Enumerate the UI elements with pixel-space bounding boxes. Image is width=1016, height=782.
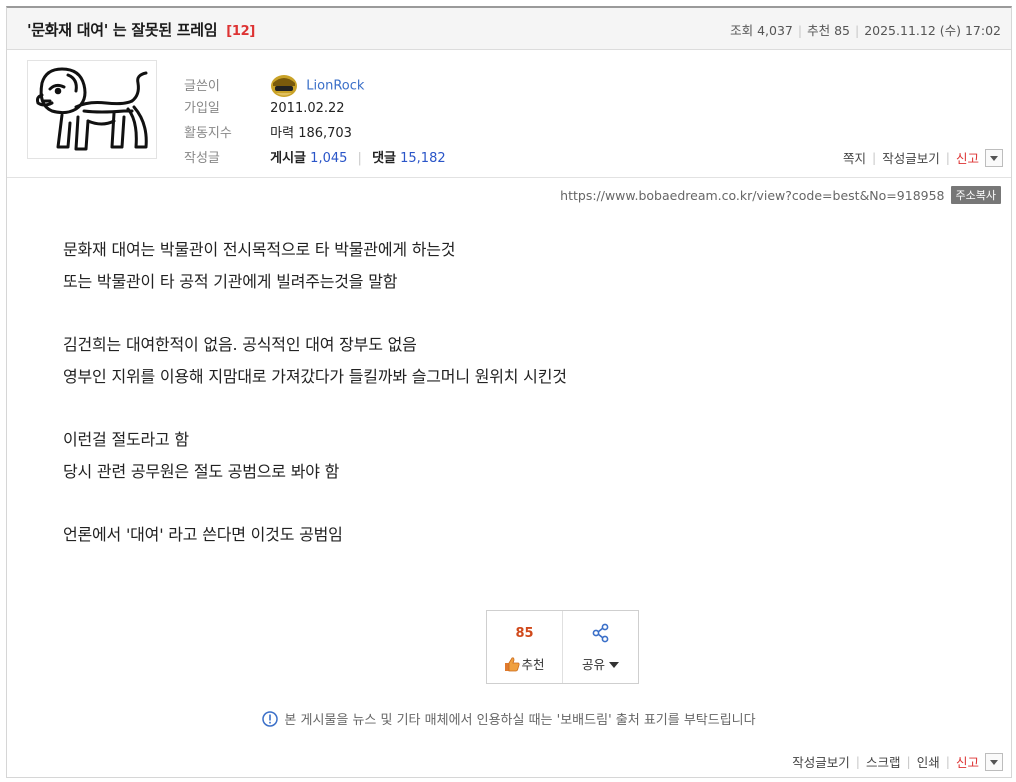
recommend-label: 추천 <box>521 657 545 672</box>
notice-text: 본 게시물을 뉴스 및 기타 매체에서 인용하실 때는 '보배드림' 출처 표기… <box>284 713 756 728</box>
joined-label: 가입일 <box>184 101 220 116</box>
info-circle-icon <box>262 711 279 727</box>
note-button[interactable]: 쪽지 <box>843 148 866 167</box>
activity-label: 활동지수 <box>184 126 232 141</box>
author-comment-count-link[interactable]: 15,182 <box>400 151 446 166</box>
posts-label: 작성글 <box>184 151 220 166</box>
post-container: '문화재 대여' 는 잘못된 프레임 [12] 조회 4,037 | 추천 85 | 2… <box>6 6 1012 778</box>
view-posts-button[interactable]: 작성글보기 <box>882 148 940 167</box>
body-line: 김건희는 대여한적이 없음. 공식적인 대여 장부도 없음 <box>63 335 417 354</box>
activity-value: 마력 186,703 <box>270 126 352 141</box>
comment-count-label: 댓글 <box>372 151 396 166</box>
posts-row: 작성글 게시글 1,045 | 댓글 15,182 <box>184 149 446 169</box>
bottom-view-posts-button[interactable]: 작성글보기 <box>792 752 850 771</box>
author-profile: 글쓴이 LionRock 가입일 2011.02.22 활동지수 마력 186,… <box>7 51 1011 178</box>
body-line: 영부인 지위를 이용해 지맘대로 가져갔다가 들킬까봐 슬그머니 원위치 시킨것 <box>63 366 567 386</box>
share-label-row: 공유 <box>563 654 638 673</box>
recommend-button[interactable]: 85 추천 <box>487 611 562 683</box>
post-url: https://www.bobaedream.co.kr/view?code=b… <box>560 187 945 203</box>
share-icon <box>592 623 609 643</box>
copy-url-button[interactable]: 주소복사 <box>950 186 1001 204</box>
body-line: 또는 박물관이 타 공적 기관에게 빌려주는것을 말함 <box>63 271 398 291</box>
recommend-count: 추천 85 <box>807 23 850 38</box>
post-count-label: 게시글 <box>270 151 307 166</box>
post-header: '문화재 대여' 는 잘못된 프레임 [12] 조회 4,037 | 추천 85 | 2… <box>7 8 1011 50</box>
joined-row: 가입일 2011.02.22 <box>184 99 345 119</box>
body-line: 언론에서 '대여' 라고 쓴다면 이것도 공범임 <box>63 525 343 544</box>
post-title-text: '문화재 대여' 는 잘못된 프레임 <box>27 21 218 39</box>
post-body: 문화재 대여는 박물관이 전시목적으로 타 박물관에게 하는것 또는 박물관이 … <box>63 234 567 551</box>
scrap-button[interactable]: 스크랩 <box>866 752 901 771</box>
print-button[interactable]: 인쇄 <box>917 752 940 771</box>
report-button[interactable]: 신고 <box>956 148 979 167</box>
body-line <box>63 297 567 329</box>
bottom-report-button[interactable]: 신고 <box>956 752 979 771</box>
share-label: 공유 <box>581 657 605 672</box>
post-url-bar: https://www.bobaedream.co.kr/view?code=b… <box>560 186 1001 204</box>
author-name-row: 글쓴이 LionRock <box>184 74 364 97</box>
view-count: 조회 4,037 <box>730 23 793 38</box>
activity-row: 활동지수 마력 186,703 <box>184 124 352 144</box>
comment-count-link[interactable]: [12] <box>226 24 255 39</box>
thumbs-up-icon <box>505 657 521 672</box>
share-button[interactable]: 공유 <box>562 611 638 683</box>
body-line <box>63 392 567 424</box>
chevron-down-icon <box>609 662 619 668</box>
recommend-count-value: 85 <box>515 626 534 641</box>
dropdown-arrow-icon[interactable] <box>985 752 1003 771</box>
post-datetime: 2025.11.12 (수) 17:02 <box>864 23 1001 38</box>
lion-avatar-icon <box>36 67 148 151</box>
source-notice: 본 게시물을 뉴스 및 기타 매체에서 인용하실 때는 '보배드림' 출처 표기… <box>7 709 1011 728</box>
post-count-link[interactable]: 1,045 <box>310 151 347 166</box>
nickname-badge-icon <box>271 75 298 97</box>
bottom-actions: 작성글보기 | 스크랩 | 인쇄 | 신고 <box>792 752 1003 771</box>
body-line: 문화재 대여는 박물관이 전시목적으로 타 박물관에게 하는것 <box>63 240 456 259</box>
body-line: 당시 관련 공무원은 절도 공범으로 봐야 함 <box>63 461 340 481</box>
post-title: '문화재 대여' 는 잘못된 프레임 [12] <box>27 19 255 40</box>
post-meta: 조회 4,037 | 추천 85 | 2025.11.12 (수) 17:02 <box>730 23 1001 38</box>
recommend-label-row: 추천 <box>487 654 562 673</box>
joined-date: 2011.02.22 <box>270 101 345 116</box>
profile-actions: 쪽지 | 작성글보기 | 신고 <box>843 148 1003 167</box>
body-line: 이런걸 절도라고 함 <box>63 430 189 449</box>
dropdown-arrow-icon[interactable] <box>985 148 1003 167</box>
body-line <box>63 487 567 519</box>
author-nickname-link[interactable]: LionRock <box>306 79 364 94</box>
avatar <box>27 60 157 159</box>
vote-box: 85 추천 공유 <box>486 610 639 684</box>
writer-label: 글쓴이 <box>184 78 220 94</box>
